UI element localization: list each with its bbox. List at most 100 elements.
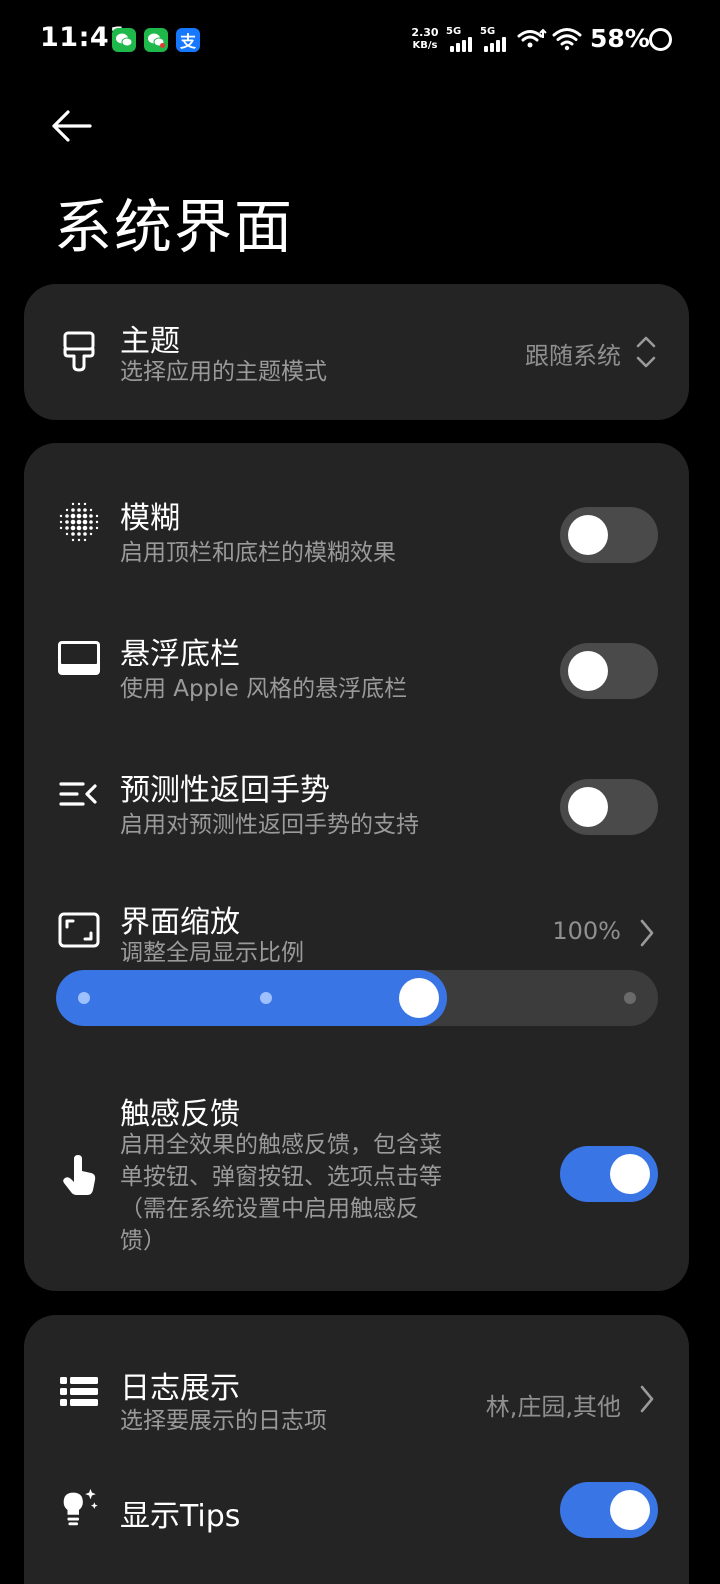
floating-bar-title: 悬浮底栏 bbox=[120, 637, 240, 672]
slider-thumb[interactable] bbox=[399, 978, 439, 1018]
touch-icon bbox=[56, 1151, 102, 1197]
blur-dot bbox=[76, 525, 82, 531]
toggle-knob bbox=[568, 787, 608, 827]
theme-row[interactable]: 主题 选择应用的主题模式 跟随系统 bbox=[24, 284, 689, 420]
bottom-bar-icon bbox=[56, 635, 102, 681]
arrow-left-icon bbox=[52, 110, 92, 142]
show-tips-row[interactable]: 显示Tips bbox=[24, 1465, 689, 1577]
blur-dot bbox=[77, 502, 81, 506]
haptics-subtitle-line-3: （需在系统设置中启用触感反 bbox=[120, 1196, 419, 1222]
blur-dot bbox=[65, 526, 69, 530]
ui-scale-subtitle: 调整全局显示比例 bbox=[120, 940, 304, 966]
log-display-title: 日志展示 bbox=[120, 1371, 240, 1406]
blur-dot bbox=[89, 514, 93, 518]
log-display-subtitle: 选择要展示的日志项 bbox=[120, 1408, 327, 1434]
floating-bar-subtitle: 使用 Apple 风格的悬浮底栏 bbox=[120, 676, 408, 702]
blur-dot bbox=[89, 526, 93, 530]
floating-bar-row[interactable]: 悬浮底栏 使用 Apple 风格的悬浮底栏 bbox=[24, 603, 689, 715]
ui-scale-slider[interactable] bbox=[56, 970, 658, 1026]
blur-subtitle: 启用顶栏和底栏的模糊效果 bbox=[120, 540, 396, 566]
blur-dot bbox=[65, 508, 69, 512]
lightbulb-icon bbox=[56, 1485, 102, 1531]
battery-level: 58% bbox=[590, 24, 650, 53]
slider-step-dot bbox=[260, 992, 272, 1004]
blur-dot bbox=[83, 532, 87, 536]
blur-dot bbox=[71, 502, 75, 506]
blur-dot bbox=[71, 538, 75, 542]
list-icon bbox=[56, 1369, 102, 1415]
blur-icon bbox=[56, 499, 102, 545]
blur-dot bbox=[83, 502, 87, 506]
back-button[interactable] bbox=[48, 104, 96, 148]
wechat-icon bbox=[144, 28, 168, 52]
slider-fill bbox=[56, 970, 447, 1026]
blur-dot bbox=[95, 514, 99, 518]
log-display-value: 林,庄园,其他 bbox=[485, 1393, 621, 1421]
haptics-row[interactable]: 触感反馈 启用全效果的触感反馈，包含菜 单按钮、弹窗按钮、选项点击等 （需在系统… bbox=[24, 1073, 689, 1273]
chevron-up-down-icon bbox=[636, 336, 656, 368]
blur-dot bbox=[71, 508, 75, 512]
theme-card: 主题 选择应用的主题模式 跟随系统 bbox=[24, 284, 689, 420]
blur-dot bbox=[59, 526, 63, 530]
blur-dot bbox=[95, 526, 99, 530]
haptics-subtitle-line-1: 启用全效果的触感反馈，包含菜 bbox=[120, 1132, 442, 1158]
predictive-back-icon bbox=[56, 771, 102, 817]
chevron-right-icon bbox=[640, 1385, 654, 1413]
chevron-right-icon bbox=[640, 919, 654, 947]
ui-scale-value: 100% bbox=[552, 917, 621, 945]
alipay-icon: 支 bbox=[176, 28, 200, 52]
blur-title: 模糊 bbox=[120, 501, 180, 536]
blur-dot bbox=[65, 514, 69, 518]
blur-dot bbox=[76, 513, 82, 519]
blur-dot bbox=[70, 525, 76, 531]
net-speed-unit: KB/s bbox=[412, 40, 438, 51]
blur-dot bbox=[82, 519, 88, 525]
blur-dot bbox=[59, 514, 63, 518]
blur-dot bbox=[89, 532, 93, 536]
haptics-title: 触感反馈 bbox=[120, 1097, 240, 1132]
slider-step-dot bbox=[624, 992, 636, 1004]
blur-dot bbox=[71, 532, 75, 536]
haptics-toggle[interactable] bbox=[560, 1146, 658, 1202]
wifi-hotspot-icon bbox=[517, 28, 547, 48]
battery-icon bbox=[649, 28, 672, 51]
blur-dot bbox=[82, 513, 88, 519]
blur-dot bbox=[70, 519, 76, 525]
predictive-back-title: 预测性返回手势 bbox=[120, 773, 330, 808]
show-tips-toggle[interactable] bbox=[560, 1482, 658, 1538]
net-speed: 2.30 KB/s bbox=[408, 26, 442, 52]
blur-dot bbox=[59, 520, 63, 524]
blur-dot bbox=[83, 508, 87, 512]
predictive-back-toggle[interactable] bbox=[560, 779, 658, 835]
signal-sim1-icon: 5G bbox=[446, 26, 478, 54]
brush-icon bbox=[56, 328, 102, 374]
blur-dot bbox=[89, 508, 93, 512]
wechat-icon bbox=[112, 28, 136, 52]
scale-icon bbox=[56, 907, 102, 953]
status-bar: 11:41 支 2.30 KB/s 5G 5G 58% bbox=[0, 0, 720, 80]
theme-subtitle: 选择应用的主题模式 bbox=[120, 359, 327, 385]
toggle-knob bbox=[568, 515, 608, 555]
show-tips-title: 显示Tips bbox=[120, 1499, 241, 1534]
theme-title: 主题 bbox=[120, 324, 180, 359]
blur-dot bbox=[77, 538, 81, 542]
blur-dot bbox=[65, 532, 69, 536]
blur-toggle[interactable] bbox=[560, 507, 658, 563]
theme-value: 跟随系统 bbox=[525, 342, 621, 370]
predictive-back-subtitle: 启用对预测性返回手势的支持 bbox=[120, 812, 419, 838]
slider-step-dot bbox=[78, 992, 90, 1004]
ui-scale-row[interactable]: 界面缩放 调整全局显示比例 100% bbox=[24, 875, 689, 1035]
blur-dot bbox=[83, 538, 87, 542]
blur-dot bbox=[89, 520, 93, 524]
haptics-subtitle-line-4: 馈） bbox=[120, 1228, 166, 1254]
display-settings-card: 模糊 启用顶栏和底栏的模糊效果 悬浮底栏 使用 Apple 风格的悬浮底栏 预测… bbox=[24, 443, 689, 1291]
toggle-knob bbox=[568, 651, 608, 691]
blur-row[interactable]: 模糊 启用顶栏和底栏的模糊效果 bbox=[24, 467, 689, 579]
blur-dot bbox=[95, 520, 99, 524]
log-display-row[interactable]: 日志展示 选择要展示的日志项 林,庄园,其他 bbox=[24, 1339, 689, 1451]
net-speed-value: 2.30 bbox=[411, 26, 439, 39]
page-title: 系统界面 bbox=[54, 193, 295, 261]
blur-dot bbox=[82, 525, 88, 531]
floating-bar-toggle[interactable] bbox=[560, 643, 658, 699]
predictive-back-row[interactable]: 预测性返回手势 启用对预测性返回手势的支持 bbox=[24, 739, 689, 851]
